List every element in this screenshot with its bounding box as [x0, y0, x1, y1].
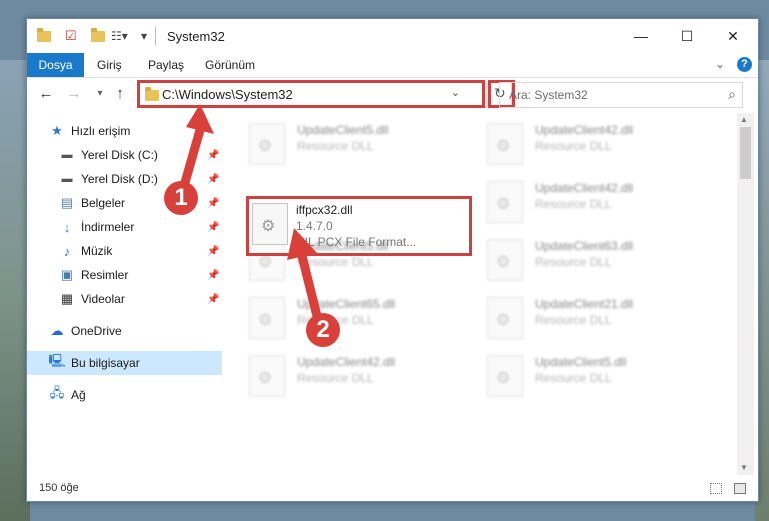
step1-badge: 1: [164, 181, 198, 215]
step1-arrow: [179, 104, 214, 191]
annotation-overlay: [179, 104, 323, 325]
step2-arrow: [287, 228, 323, 325]
step2-badge: 2: [306, 313, 340, 347]
